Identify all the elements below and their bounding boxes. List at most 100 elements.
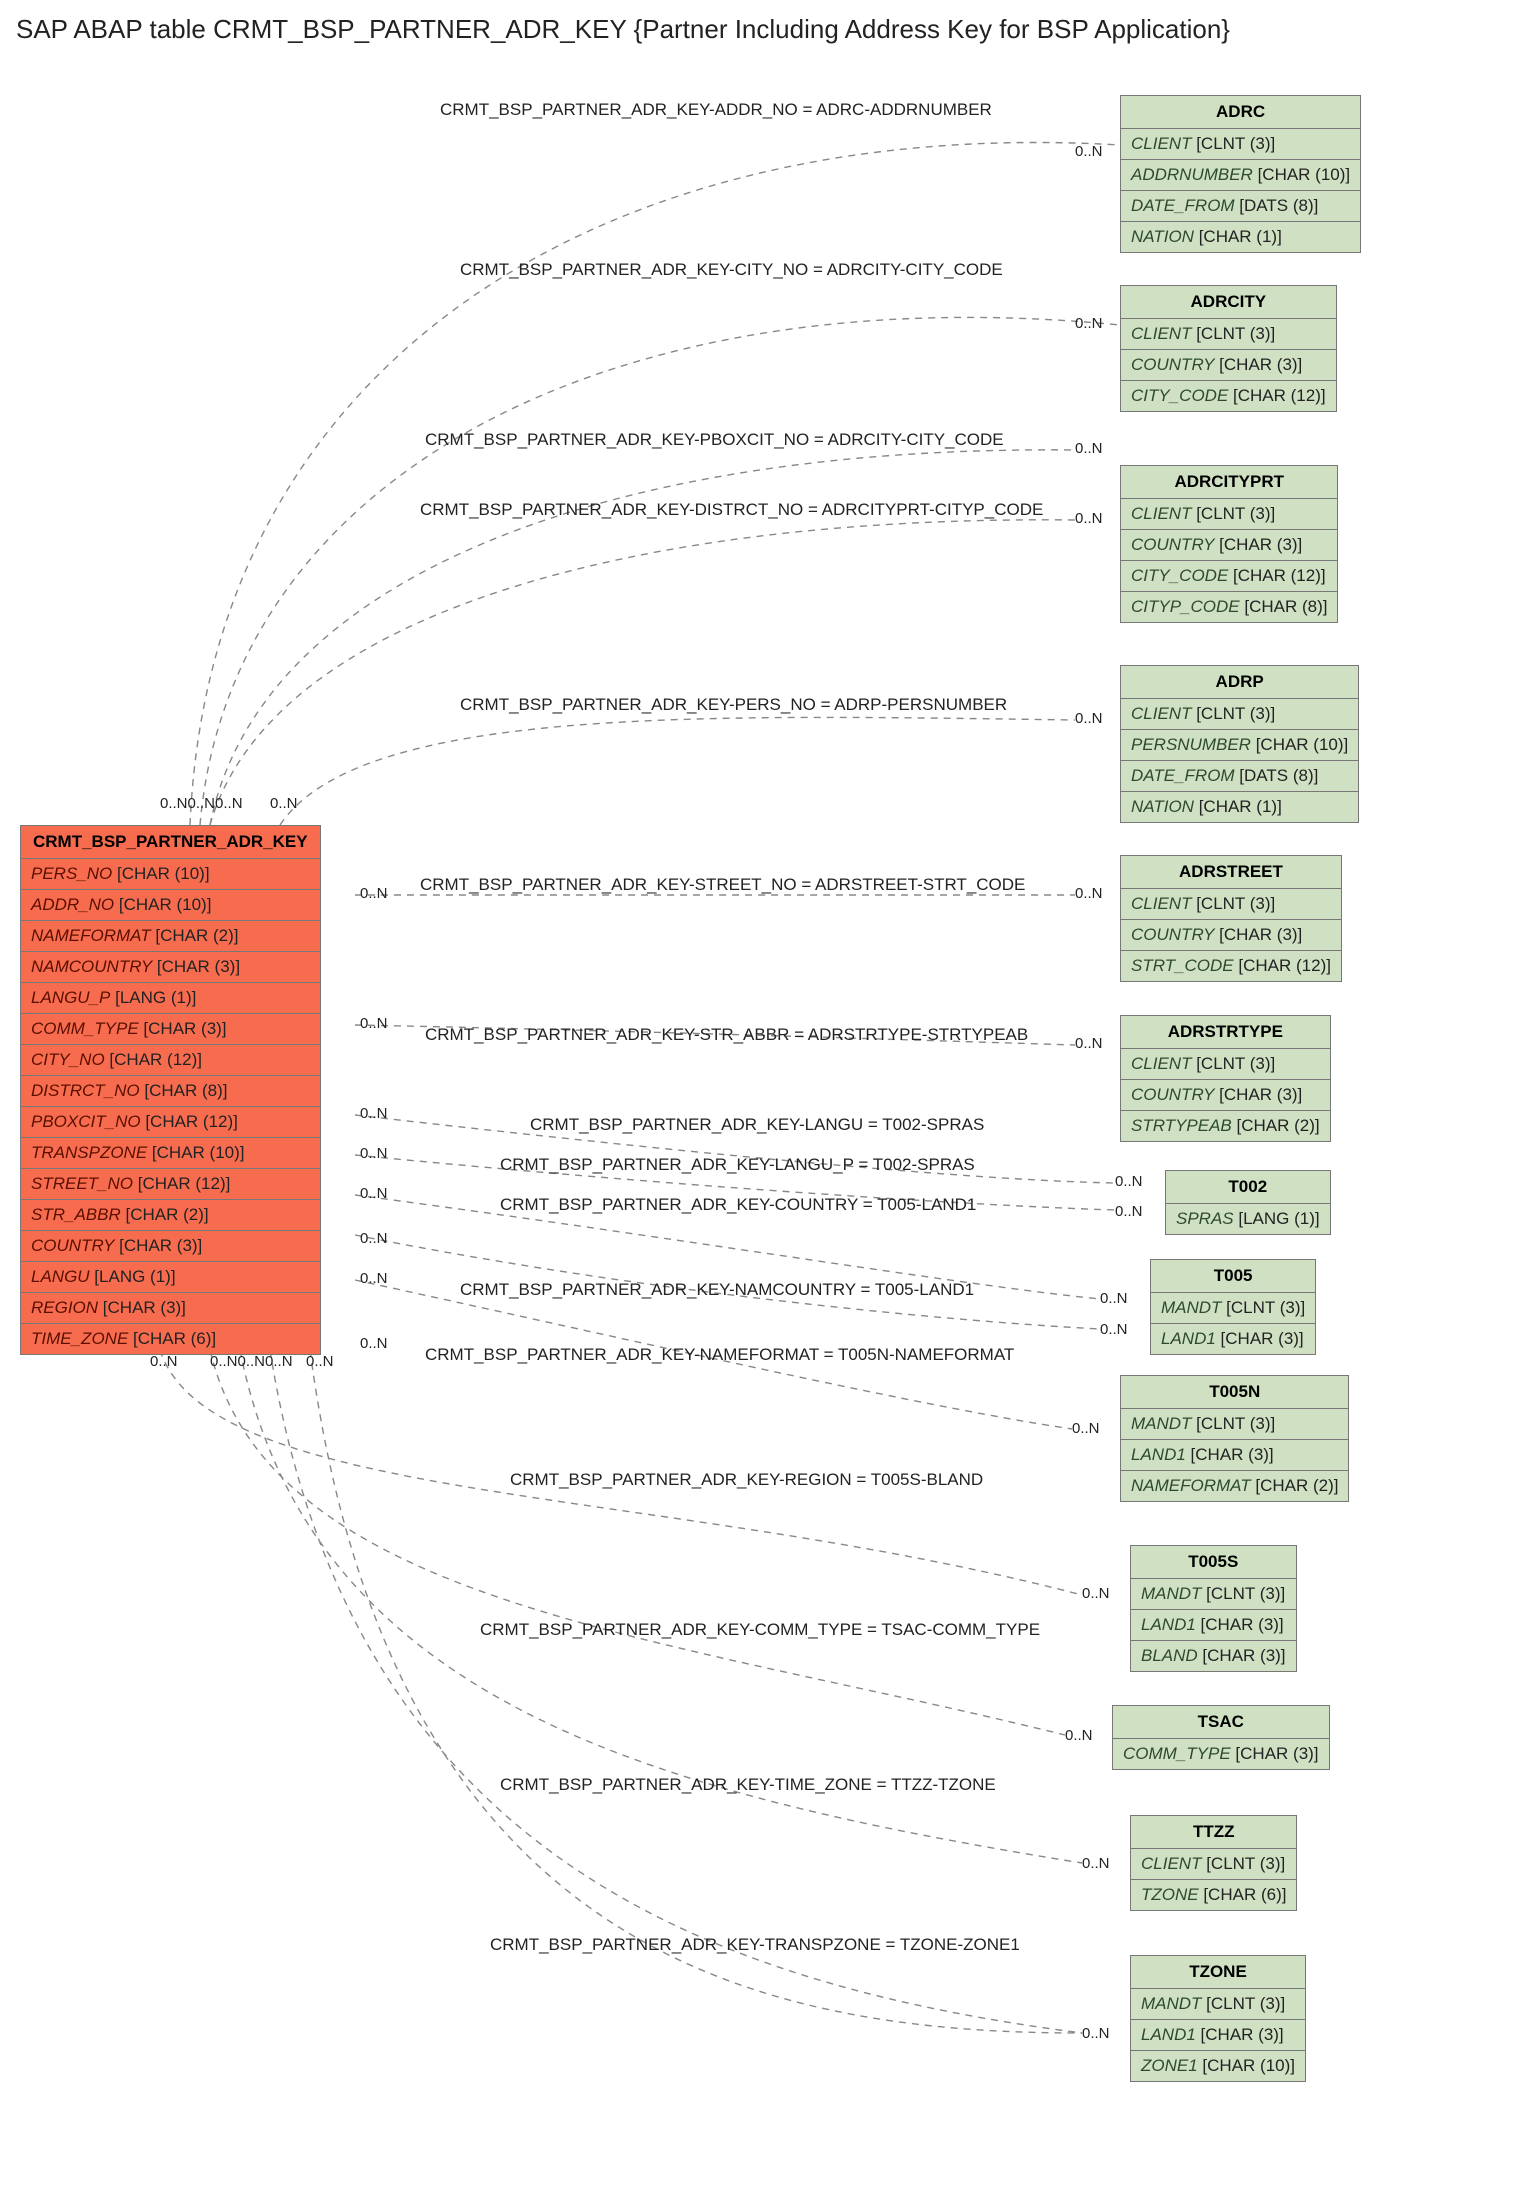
cardinality-label: 0..N0..N0..N	[210, 1353, 293, 1370]
table-column: TZONE [CHAR (6)]	[1131, 1880, 1296, 1910]
table-column: CITY_NO [CHAR (12)]	[21, 1045, 320, 1076]
cardinality-label: 0..N	[360, 1230, 388, 1247]
table-column: COMM_TYPE [CHAR (3)]	[21, 1014, 320, 1045]
table-ref: ADRSTRTYPECLIENT [CLNT (3)]COUNTRY [CHAR…	[1120, 1015, 1331, 1142]
table-column: MANDT [CLNT (3)]	[1131, 1989, 1305, 2020]
table-column: CLIENT [CLNT (3)]	[1131, 1849, 1296, 1880]
table-column: COMM_TYPE [CHAR (3)]	[1113, 1739, 1329, 1769]
table-header: CRMT_BSP_PARTNER_ADR_KEY	[21, 826, 320, 859]
cardinality-label: 0..N	[360, 1105, 388, 1122]
cardinality-label: 0..N	[1075, 440, 1103, 457]
table-ref: T002SPRAS [LANG (1)]	[1165, 1170, 1331, 1235]
relation-label: CRMT_BSP_PARTNER_ADR_KEY-COUNTRY = T005-…	[500, 1195, 976, 1215]
table-header: T005N	[1121, 1376, 1348, 1409]
table-column: SPRAS [LANG (1)]	[1166, 1204, 1330, 1234]
table-column: LANGU [LANG (1)]	[21, 1262, 320, 1293]
relation-label: CRMT_BSP_PARTNER_ADR_KEY-PERS_NO = ADRP-…	[460, 695, 1007, 715]
cardinality-label: 0..N	[306, 1353, 334, 1370]
table-header: T005	[1151, 1260, 1315, 1293]
table-header: ADRCITY	[1121, 286, 1336, 319]
table-ref: ADRPCLIENT [CLNT (3)]PERSNUMBER [CHAR (1…	[1120, 665, 1359, 823]
table-column: COUNTRY [CHAR (3)]	[1121, 350, 1336, 381]
table-column: STRTYPEAB [CHAR (2)]	[1121, 1111, 1330, 1141]
table-column: MANDT [CLNT (3)]	[1131, 1579, 1296, 1610]
cardinality-label: 0..N	[360, 1185, 388, 1202]
table-header: TSAC	[1113, 1706, 1329, 1739]
cardinality-label: 0..N	[1082, 1855, 1110, 1872]
table-column: CITYP_CODE [CHAR (8)]	[1121, 592, 1337, 622]
table-column: COUNTRY [CHAR (3)]	[1121, 1080, 1330, 1111]
cardinality-label: 0..N	[1082, 2025, 1110, 2042]
table-column: PERS_NO [CHAR (10)]	[21, 859, 320, 890]
table-header: ADRP	[1121, 666, 1358, 699]
cardinality-label: 0..N	[1115, 1173, 1143, 1190]
table-header: ADRC	[1121, 96, 1360, 129]
table-column: LAND1 [CHAR (3)]	[1131, 2020, 1305, 2051]
table-column: DATE_FROM [DATS (8)]	[1121, 761, 1358, 792]
relation-label: CRMT_BSP_PARTNER_ADR_KEY-LANGU = T002-SP…	[530, 1115, 984, 1135]
relation-label: CRMT_BSP_PARTNER_ADR_KEY-DISTRCT_NO = AD…	[420, 500, 1043, 520]
table-column: NAMEFORMAT [CHAR (2)]	[1121, 1471, 1348, 1501]
relation-label: CRMT_BSP_PARTNER_ADR_KEY-REGION = T005S-…	[510, 1470, 983, 1490]
cardinality-label: 0..N	[270, 795, 298, 812]
cardinality-label: 0..N	[1115, 1203, 1143, 1220]
cardinality-label: 0..N	[1065, 1727, 1093, 1744]
table-ref: T005MANDT [CLNT (3)]LAND1 [CHAR (3)]	[1150, 1259, 1316, 1355]
relation-label: CRMT_BSP_PARTNER_ADR_KEY-STR_ABBR = ADRS…	[425, 1025, 1028, 1045]
table-ref: ADRCCLIENT [CLNT (3)]ADDRNUMBER [CHAR (1…	[1120, 95, 1361, 253]
cardinality-label: 0..N	[1075, 885, 1103, 902]
cardinality-label: 0..N	[360, 1015, 388, 1032]
table-ref: TTZZCLIENT [CLNT (3)]TZONE [CHAR (6)]	[1130, 1815, 1297, 1911]
table-header: ADRSTRTYPE	[1121, 1016, 1330, 1049]
table-column: PBOXCIT_NO [CHAR (12)]	[21, 1107, 320, 1138]
relation-label: CRMT_BSP_PARTNER_ADR_KEY-PBOXCIT_NO = AD…	[425, 430, 1004, 450]
table-column: CLIENT [CLNT (3)]	[1121, 889, 1341, 920]
relation-label: CRMT_BSP_PARTNER_ADR_KEY-LANGU_P = T002-…	[500, 1155, 975, 1175]
relation-label: CRMT_BSP_PARTNER_ADR_KEY-COMM_TYPE = TSA…	[480, 1620, 1040, 1640]
table-ref: ADRCITYCLIENT [CLNT (3)]COUNTRY [CHAR (3…	[1120, 285, 1337, 412]
table-column: NATION [CHAR (1)]	[1121, 222, 1360, 252]
table-column: MANDT [CLNT (3)]	[1151, 1293, 1315, 1324]
table-column: COUNTRY [CHAR (3)]	[1121, 530, 1337, 561]
table-column: DISTRCT_NO [CHAR (8)]	[21, 1076, 320, 1107]
table-column: NAMEFORMAT [CHAR (2)]	[21, 921, 320, 952]
table-column: ADDRNUMBER [CHAR (10)]	[1121, 160, 1360, 191]
table-ref: T005SMANDT [CLNT (3)]LAND1 [CHAR (3)]BLA…	[1130, 1545, 1297, 1672]
cardinality-label: 0..N	[1072, 1420, 1100, 1437]
cardinality-label: 0..N	[1075, 1035, 1103, 1052]
table-column: CLIENT [CLNT (3)]	[1121, 499, 1337, 530]
table-column: TRANSPZONE [CHAR (10)]	[21, 1138, 320, 1169]
page-title: SAP ABAP table CRMT_BSP_PARTNER_ADR_KEY …	[16, 14, 1539, 45]
cardinality-label: 0..N	[1082, 1585, 1110, 1602]
cardinality-label: 0..N	[1075, 510, 1103, 527]
cardinality-label: 0..N	[1075, 710, 1103, 727]
cardinality-label: 0..N	[360, 885, 388, 902]
table-column: TIME_ZONE [CHAR (6)]	[21, 1324, 320, 1354]
relation-label: CRMT_BSP_PARTNER_ADR_KEY-STREET_NO = ADR…	[420, 875, 1025, 895]
table-header: ADRCITYPRT	[1121, 466, 1337, 499]
cardinality-label: 0..N	[1100, 1290, 1128, 1307]
table-column: LANGU_P [LANG (1)]	[21, 983, 320, 1014]
cardinality-label: 0..N	[360, 1335, 388, 1352]
table-column: COUNTRY [CHAR (3)]	[21, 1231, 320, 1262]
table-ref: ADRSTREETCLIENT [CLNT (3)]COUNTRY [CHAR …	[1120, 855, 1342, 982]
cardinality-label: 0..N	[1075, 143, 1103, 160]
table-column: LAND1 [CHAR (3)]	[1151, 1324, 1315, 1354]
cardinality-label: 0..N	[360, 1145, 388, 1162]
table-column: CLIENT [CLNT (3)]	[1121, 1049, 1330, 1080]
table-column: ADDR_NO [CHAR (10)]	[21, 890, 320, 921]
cardinality-label: 0..N	[1075, 315, 1103, 332]
table-ref: TZONEMANDT [CLNT (3)]LAND1 [CHAR (3)]ZON…	[1130, 1955, 1306, 2082]
relation-label: CRMT_BSP_PARTNER_ADR_KEY-CITY_NO = ADRCI…	[460, 260, 1003, 280]
table-column: BLAND [CHAR (3)]	[1131, 1641, 1296, 1671]
table-column: STR_ABBR [CHAR (2)]	[21, 1200, 320, 1231]
table-header: T005S	[1131, 1546, 1296, 1579]
table-column: REGION [CHAR (3)]	[21, 1293, 320, 1324]
relation-label: CRMT_BSP_PARTNER_ADR_KEY-NAMCOUNTRY = T0…	[460, 1280, 974, 1300]
table-column: NATION [CHAR (1)]	[1121, 792, 1358, 822]
table-column: CLIENT [CLNT (3)]	[1121, 129, 1360, 160]
table-column: NAMCOUNTRY [CHAR (3)]	[21, 952, 320, 983]
table-column: PERSNUMBER [CHAR (10)]	[1121, 730, 1358, 761]
table-header: TTZZ	[1131, 1816, 1296, 1849]
table-ref: T005NMANDT [CLNT (3)]LAND1 [CHAR (3)]NAM…	[1120, 1375, 1349, 1502]
